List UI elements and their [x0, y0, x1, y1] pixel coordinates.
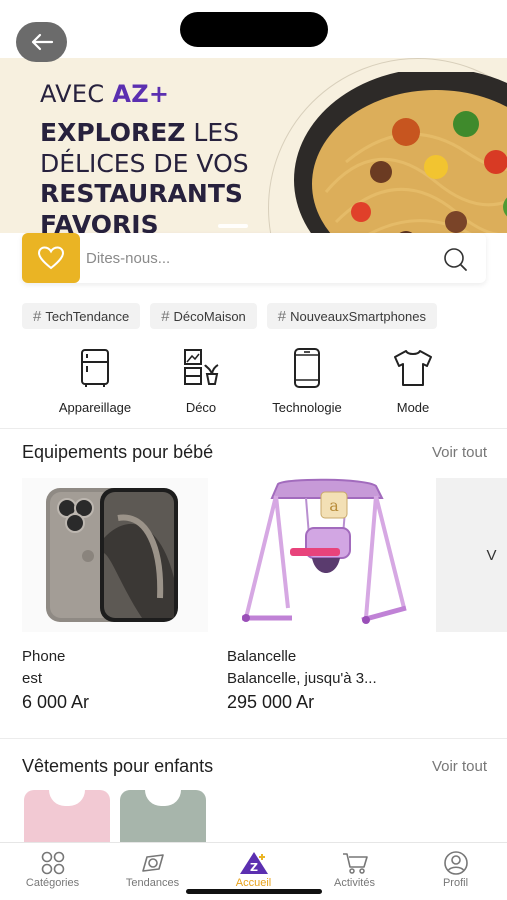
section-title-kids: Vêtements pour enfants [22, 756, 214, 776]
favorites-button[interactable] [22, 233, 80, 283]
category-technologie[interactable]: Technologie [252, 348, 362, 415]
category-label: Appareillage [58, 400, 132, 415]
arrow-left-icon [31, 33, 53, 51]
hash-icon: # [277, 307, 287, 325]
nav-label: Accueil [235, 877, 272, 889]
category-deco[interactable]: Déco [146, 348, 256, 415]
tag-decomaison[interactable]: # DécoMaison [150, 303, 257, 329]
nav-label: Activités [334, 877, 375, 889]
bib-neck [49, 790, 85, 806]
banner-line-4: RESTAURANTS [40, 179, 243, 208]
product-name[interactable]: Balancelle [227, 648, 296, 665]
tag-techtendance[interactable]: # TechTendance [22, 303, 141, 329]
banner-line-3: DÉLICES DE VOS [40, 149, 249, 178]
product-price: 6 000 Ar [22, 692, 90, 712]
see-all-baby-link[interactable]: Voir tout [432, 444, 487, 461]
hashtag-list: # TechTendance # DécoMaison # NouveauxSmartph… [22, 303, 507, 330]
divider [0, 428, 507, 429]
section-title-baby: Equipements pour bébé [22, 442, 214, 462]
svg-text:Z: Z [250, 861, 258, 874]
category-label: Déco [185, 400, 217, 415]
search-input[interactable] [86, 246, 426, 270]
profile-icon [443, 851, 468, 875]
baby-swing-image: a [242, 478, 407, 624]
smartphone-image [46, 488, 178, 622]
cart-icon [342, 853, 368, 874]
tag-nouveauxsmartphones[interactable]: # NouveauxSmartphones [266, 303, 437, 329]
banner-line-5: FAVORIS [40, 210, 159, 233]
search-bar [22, 233, 486, 283]
trend-icon [141, 854, 164, 872]
decor-icon [184, 349, 219, 385]
hash-icon: # [33, 307, 42, 325]
carousel-indicator [218, 224, 248, 228]
heart-icon [37, 246, 65, 270]
tshirt-icon [394, 350, 432, 386]
product-image-phone[interactable] [22, 478, 208, 632]
camera-notch [180, 12, 328, 47]
promo-banner[interactable]: AVEC AZ+ EXPLOREZ LES DÉLICES DE VOS RES… [0, 58, 507, 233]
home-logo-icon: Z [239, 852, 268, 874]
bib-neck [145, 790, 181, 806]
category-label: Mode [396, 400, 430, 415]
category-label: Technologie [272, 400, 342, 415]
svg-text:a: a [329, 496, 339, 515]
nav-label: Tendances [125, 877, 180, 889]
nav-label: Profil [442, 877, 469, 889]
see-all-kids-link[interactable]: Voir tout [432, 758, 487, 775]
grid-icon [41, 851, 64, 875]
nav-categories[interactable]: Catégories [2, 843, 103, 900]
product-subtitle: est [22, 670, 43, 687]
nav-profile[interactable]: Profil [405, 843, 506, 900]
smartphone-icon [294, 348, 320, 388]
banner-line-1: AVEC AZ+ [40, 80, 170, 108]
category-mode[interactable]: Mode [358, 348, 468, 415]
divider [0, 738, 507, 739]
product-card-partial[interactable]: V [436, 478, 507, 632]
brand-name: AZ+ [112, 80, 170, 108]
product-image-bib-pink[interactable] [24, 790, 110, 850]
noodle-dish-image [294, 72, 507, 233]
fridge-icon [81, 349, 109, 387]
banner-line-2: EXPLOREZ LES [40, 118, 239, 147]
product-image-swing[interactable]: a [226, 478, 412, 632]
product-name[interactable]: Phone [22, 648, 65, 665]
product-price: 295 000 Ar [227, 692, 315, 712]
home-indicator [186, 889, 322, 894]
search-icon[interactable] [442, 246, 468, 272]
product-subtitle: Balancelle, jusqu'à 3... [227, 670, 377, 687]
nav-label: Catégories [25, 877, 80, 889]
back-button[interactable] [16, 22, 67, 62]
hash-icon: # [161, 307, 170, 325]
product-image-bib-green[interactable] [120, 790, 206, 850]
partial-card-label: V [486, 546, 497, 564]
category-appareillage[interactable]: Appareillage [40, 348, 150, 415]
